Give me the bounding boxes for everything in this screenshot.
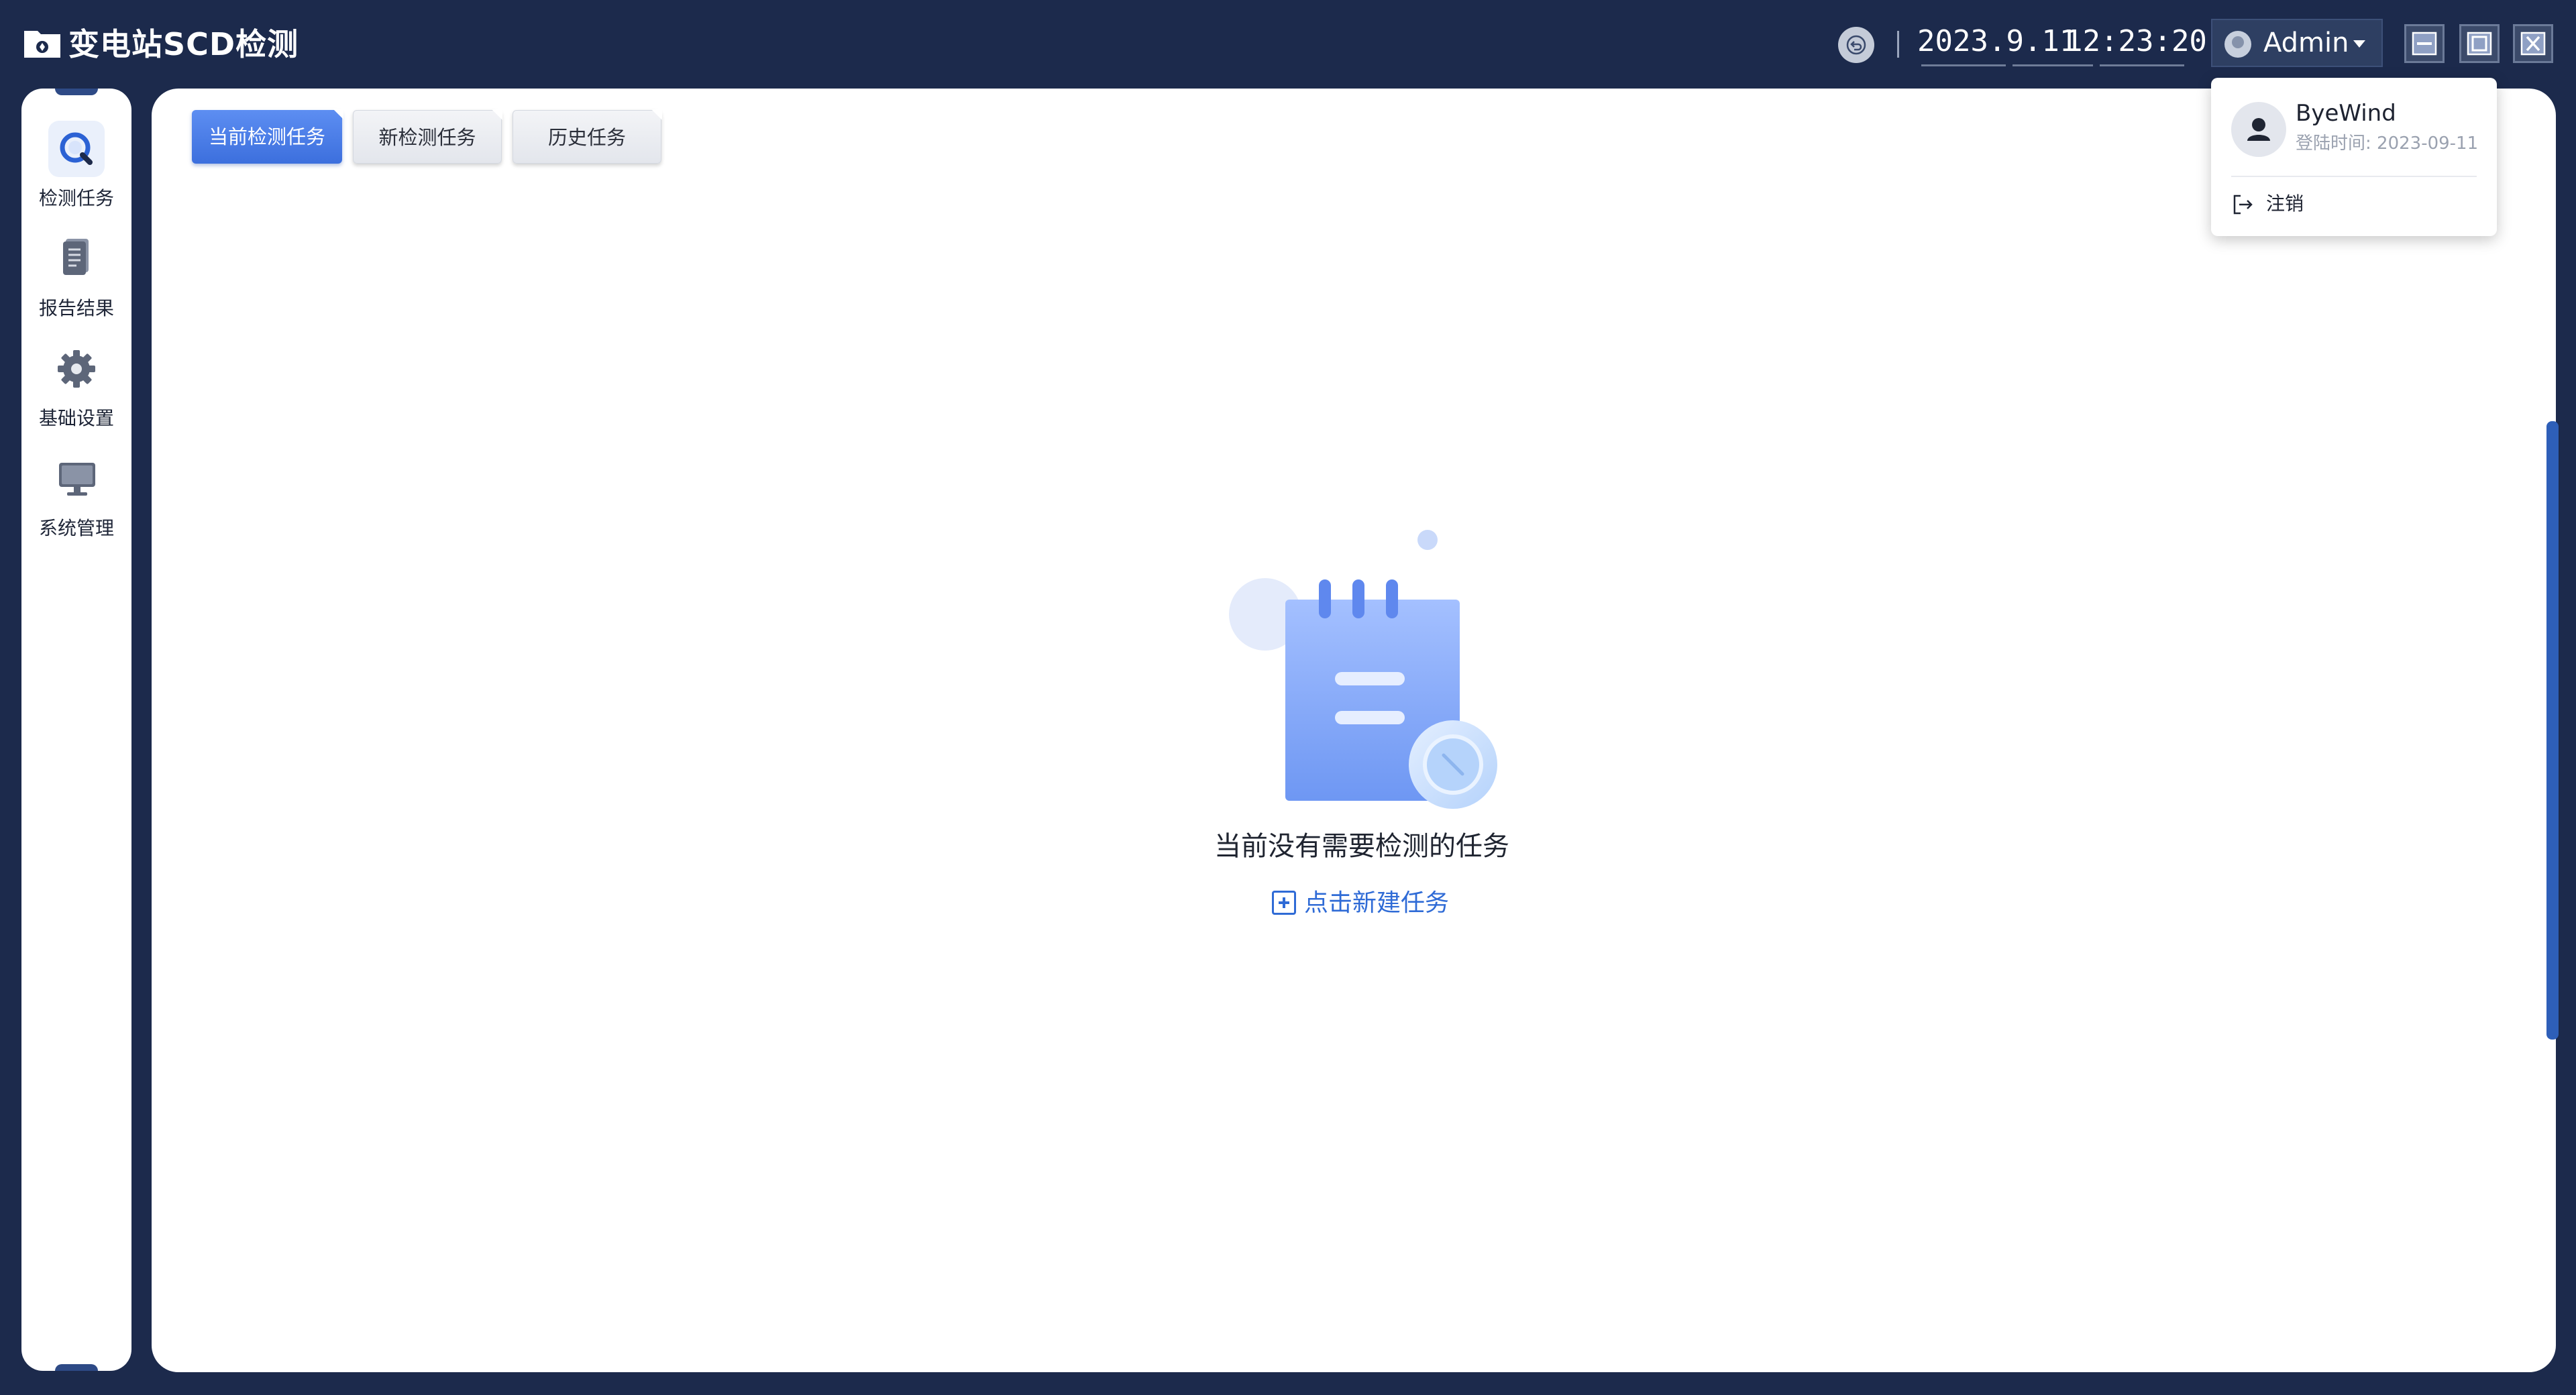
logout-label: 注销 <box>2266 192 2304 215</box>
header-time: 12:23:20 <box>2065 24 2207 58</box>
app-title: 变电站SCD检测 <box>68 26 299 62</box>
tab-corner <box>492 109 502 120</box>
sidebar-item-label: 检测任务 <box>38 187 114 209</box>
maximize-button[interactable] <box>2459 24 2500 63</box>
magnifier-icon <box>48 121 105 177</box>
date-underline <box>2012 64 2093 66</box>
app-logo-icon <box>23 27 62 59</box>
header-date: 2023.9.11 <box>1917 24 2078 58</box>
gear-icon <box>48 341 105 397</box>
sidebar-item-label: 基础设置 <box>38 407 114 429</box>
empty-notepad-icon <box>1228 523 1509 812</box>
maximize-icon <box>2467 32 2492 56</box>
minimize-icon <box>2412 32 2437 56</box>
report-icon <box>48 231 105 287</box>
tab-label: 当前检测任务 <box>208 125 325 148</box>
chevron-down-icon <box>2353 40 2365 48</box>
sidebar-item-detection-tasks[interactable]: 检测任务 <box>21 121 131 221</box>
back-button[interactable] <box>1838 27 1874 63</box>
dropdown-user-name: ByeWind <box>2296 100 2396 127</box>
dropdown-divider <box>2231 176 2477 177</box>
tab-history-tasks[interactable]: 历史任务 <box>513 109 662 164</box>
tab-label: 新检测任务 <box>378 126 476 149</box>
tab-corner <box>333 109 343 119</box>
tab-label: 历史任务 <box>547 126 626 149</box>
sidebar-item-label: 系统管理 <box>38 517 114 539</box>
avatar <box>2231 102 2286 157</box>
user-menu-button[interactable]: Admin <box>2211 19 2383 67</box>
empty-state-message: 当前没有需要检测的任务 <box>1214 831 1509 862</box>
sidebar-item-basic-settings[interactable]: 基础设置 <box>21 341 131 441</box>
date-underline <box>1921 64 2006 66</box>
tab-current-tasks[interactable]: 当前检测任务 <box>192 109 343 164</box>
user-icon <box>2247 118 2270 141</box>
avatar <box>2224 31 2251 58</box>
undo-icon <box>1846 35 1866 55</box>
tab-new-tasks[interactable]: 新检测任务 <box>353 109 502 164</box>
sidebar-top-cap <box>55 89 98 95</box>
sidebar-item-label: 报告结果 <box>38 297 114 319</box>
sidebar-item-report-results[interactable]: 报告结果 <box>21 231 131 331</box>
logout-menu-item[interactable]: 注销 <box>2231 189 2365 219</box>
logout-icon <box>2233 194 2253 215</box>
header-separator <box>1897 31 1899 58</box>
close-button[interactable] <box>2513 24 2553 63</box>
time-underline <box>2100 64 2184 66</box>
user-name: Admin <box>2263 27 2349 58</box>
sidebar-bottom-cap <box>55 1364 98 1371</box>
sidebar-item-system-management[interactable]: 系统管理 <box>21 451 131 551</box>
close-icon <box>2520 32 2546 56</box>
user-dropdown: ByeWind 登陆时间: 2023-09-11 注销 <box>2211 78 2497 236</box>
new-task-label: 点击新建任务 <box>1304 889 1450 917</box>
minimize-button[interactable] <box>2404 24 2445 63</box>
tab-corner <box>651 109 662 120</box>
dropdown-login-time: 登陆时间: 2023-09-11 <box>2296 133 2479 154</box>
sidebar: 检测任务 报告结果 基础设置 系统管理 <box>21 89 131 1371</box>
plus-square-icon <box>1272 891 1296 915</box>
monitor-icon <box>48 451 105 507</box>
right-edge-accent <box>2546 421 2559 1040</box>
